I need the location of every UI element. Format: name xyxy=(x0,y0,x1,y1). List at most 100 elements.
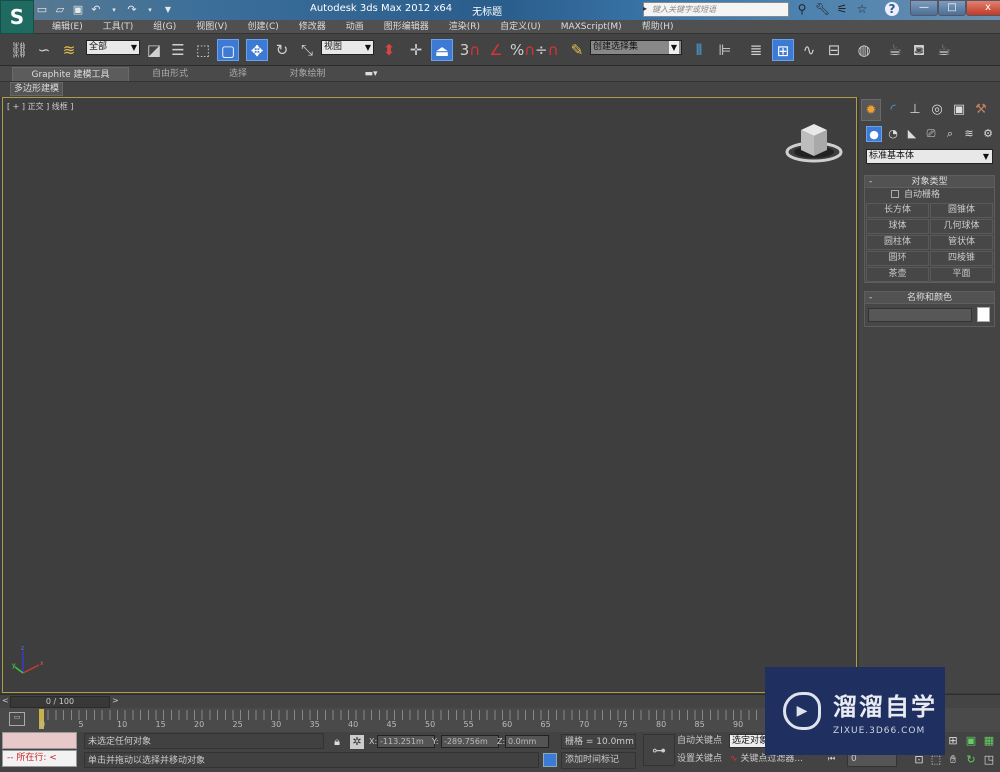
time-slider-thumb[interactable]: 0 / 100 xyxy=(10,696,110,708)
tab-selection[interactable]: 选择 xyxy=(218,67,258,81)
tab-polygon-modeling[interactable]: 多边形建模 xyxy=(10,82,64,96)
menu-rendering[interactable]: 渲染(R) xyxy=(439,20,490,33)
manipulate-icon[interactable]: ✛ xyxy=(405,39,427,61)
viewcube[interactable] xyxy=(785,118,843,164)
pyramid-button[interactable]: 四棱锥 xyxy=(930,251,993,266)
shapes-icon[interactable]: ◔ xyxy=(885,126,901,142)
align-icon[interactable]: ⊫ xyxy=(714,39,736,61)
torus-button[interactable]: 圆环 xyxy=(866,251,929,266)
cylinder-button[interactable]: 圆柱体 xyxy=(866,235,929,250)
open-icon[interactable]: ▱ xyxy=(54,4,66,16)
tube-button[interactable]: 管状体 xyxy=(930,235,993,250)
systems-icon[interactable]: ⚙ xyxy=(980,126,996,142)
render-setup-icon[interactable]: ☕︎ xyxy=(884,39,906,61)
tab-display-icon[interactable]: ▣ xyxy=(949,99,969,121)
percent-snap-icon[interactable]: %∩ xyxy=(510,39,535,61)
go-to-start-icon[interactable]: ⏮ xyxy=(828,754,835,764)
object-name-input[interactable] xyxy=(868,308,972,322)
plane-button[interactable]: 平面 xyxy=(930,267,993,282)
schematic-view-icon[interactable]: ⊟ xyxy=(823,39,845,61)
bind-space-warp-icon[interactable]: ≋ xyxy=(58,39,80,61)
select-object-icon[interactable]: ◪ xyxy=(143,39,165,61)
box-button[interactable]: 长方体 xyxy=(866,203,929,218)
primitive-type-dropdown[interactable]: 标准基本体 ▼ xyxy=(866,149,993,164)
undo-dropdown-icon[interactable]: ▾ xyxy=(108,4,120,16)
maxscript-listener-input[interactable] xyxy=(2,732,77,749)
pivot-center-icon[interactable]: ⬍ xyxy=(378,39,400,61)
menu-views[interactable]: 视图(V) xyxy=(186,20,237,33)
link-icon[interactable]: ⛓ xyxy=(8,39,30,61)
menu-edit[interactable]: 编辑(E) xyxy=(42,20,93,33)
menu-animation[interactable]: 动画 xyxy=(336,20,374,33)
y-coordinate-field[interactable]: -289.756m xyxy=(441,735,499,748)
region-zoom-icon[interactable]: ⬚ xyxy=(929,753,943,767)
teapot-button[interactable]: 茶壶 xyxy=(866,267,929,282)
name-color-header[interactable]: - 名称和颜色 xyxy=(865,292,994,304)
object-color-swatch[interactable] xyxy=(977,307,990,322)
undo-icon[interactable]: ↶ xyxy=(90,4,102,16)
helpers-icon[interactable]: ⌕ xyxy=(942,126,958,142)
spinner-snap-icon[interactable]: ÷∩ xyxy=(535,39,559,61)
scene-explorer-icon[interactable]: ⊞ xyxy=(772,39,794,61)
wrench-icon[interactable]: 🔧︎ xyxy=(815,2,830,16)
viewport-front[interactable]: [ + ] 正交 ] 线框 ] z x y xyxy=(2,97,857,693)
tab-motion-icon[interactable]: ◎ xyxy=(927,99,947,121)
angle-snap-icon[interactable]: ∠ xyxy=(485,39,507,61)
checkbox-icon[interactable] xyxy=(891,190,899,198)
auto-key-button[interactable]: 自动关键点 xyxy=(677,734,727,749)
material-editor-icon[interactable]: ◍ xyxy=(853,39,875,61)
help-icon[interactable]: ? xyxy=(885,2,899,16)
key-selection-dropdown[interactable]: 选定对象 xyxy=(729,734,769,748)
geometry-icon[interactable]: ● xyxy=(866,126,882,142)
snap-toggle-icon[interactable]: 3∩ xyxy=(459,39,481,61)
search-expand-icon[interactable]: ▸ xyxy=(643,4,647,13)
app-menu-button[interactable]: S xyxy=(0,0,34,34)
maximize-viewport-icon[interactable]: ◳ xyxy=(982,753,996,767)
layer-manager-icon[interactable]: ≣ xyxy=(745,39,767,61)
tab-graphite-modeling[interactable]: Graphite 建模工具 xyxy=(12,67,129,81)
autogrid-checkbox[interactable]: 自动栅格 xyxy=(865,188,994,202)
close-button[interactable]: x xyxy=(966,0,1000,16)
x-coordinate-field[interactable]: -113.251m xyxy=(377,735,435,748)
cone-button[interactable]: 圆锥体 xyxy=(930,203,993,218)
select-move-icon[interactable]: ✥ xyxy=(246,39,268,61)
search-input[interactable]: 键入关键字或短语 xyxy=(643,2,789,17)
binoculars-icon[interactable]: ⚲ xyxy=(795,2,809,16)
menu-create[interactable]: 创建(C) xyxy=(237,20,288,33)
satellite-icon[interactable]: ⚟ xyxy=(835,2,849,16)
mini-curve-editor-icon[interactable]: ▭ xyxy=(9,712,25,726)
save-icon[interactable]: ▣ xyxy=(72,4,84,16)
maxscript-line-field[interactable]: -- 所在行: < xyxy=(2,750,77,767)
tab-hierarchy-icon[interactable]: ⊥ xyxy=(905,99,925,121)
mirror-icon[interactable]: ⫴ xyxy=(688,39,710,61)
menu-tools[interactable]: 工具(T) xyxy=(93,20,144,33)
menu-modifiers[interactable]: 修改器 xyxy=(289,20,336,33)
edit-named-selection-icon[interactable]: ✎ xyxy=(566,39,588,61)
zoom-extents-all-icon[interactable]: ▦ xyxy=(982,734,996,748)
tab-create-icon[interactable]: ✹ xyxy=(861,99,881,121)
window-crossing-icon[interactable]: ▢ xyxy=(217,39,239,61)
named-selection-dropdown[interactable]: 创建选择集 ▼ xyxy=(590,40,682,55)
tab-object-paint[interactable]: 对象绘制 xyxy=(280,67,335,81)
absolute-mode-icon[interactable]: ✲ xyxy=(350,735,364,749)
reference-coord-dropdown[interactable]: 视图 ▼ xyxy=(321,40,374,55)
ribbon-options-icon[interactable]: ▬▾ xyxy=(360,67,382,81)
render-production-icon[interactable]: ☕︎ xyxy=(933,39,955,61)
star-icon[interactable]: ☆ xyxy=(855,2,869,16)
menu-help[interactable]: 帮助(H) xyxy=(632,20,684,33)
select-by-name-icon[interactable]: ☰ xyxy=(167,39,189,61)
geosphere-button[interactable]: 几何球体 xyxy=(930,219,993,234)
new-icon[interactable]: ▭ xyxy=(36,4,48,16)
selection-filter-dropdown[interactable]: 全部 ▼ xyxy=(86,40,140,55)
keyboard-shortcut-toggle-icon[interactable]: ⏏ xyxy=(431,39,453,61)
tab-modify-icon[interactable]: ◜ xyxy=(883,99,903,121)
menu-maxscript[interactable]: MAXScript(M) xyxy=(551,20,632,33)
menu-customize[interactable]: 自定义(U) xyxy=(490,20,551,33)
pan-hand-icon[interactable]: ✋︎ xyxy=(946,753,960,767)
z-coordinate-field[interactable]: 0.0mm xyxy=(505,735,549,748)
redo-dropdown-icon[interactable]: ▾ xyxy=(144,4,156,16)
unlink-icon[interactable]: ∽ xyxy=(33,39,55,61)
orbit-icon[interactable]: ↻ xyxy=(964,753,978,767)
add-time-tag-button[interactable]: 添加时间标记 xyxy=(561,752,636,769)
time-tag-icon[interactable] xyxy=(543,753,557,767)
